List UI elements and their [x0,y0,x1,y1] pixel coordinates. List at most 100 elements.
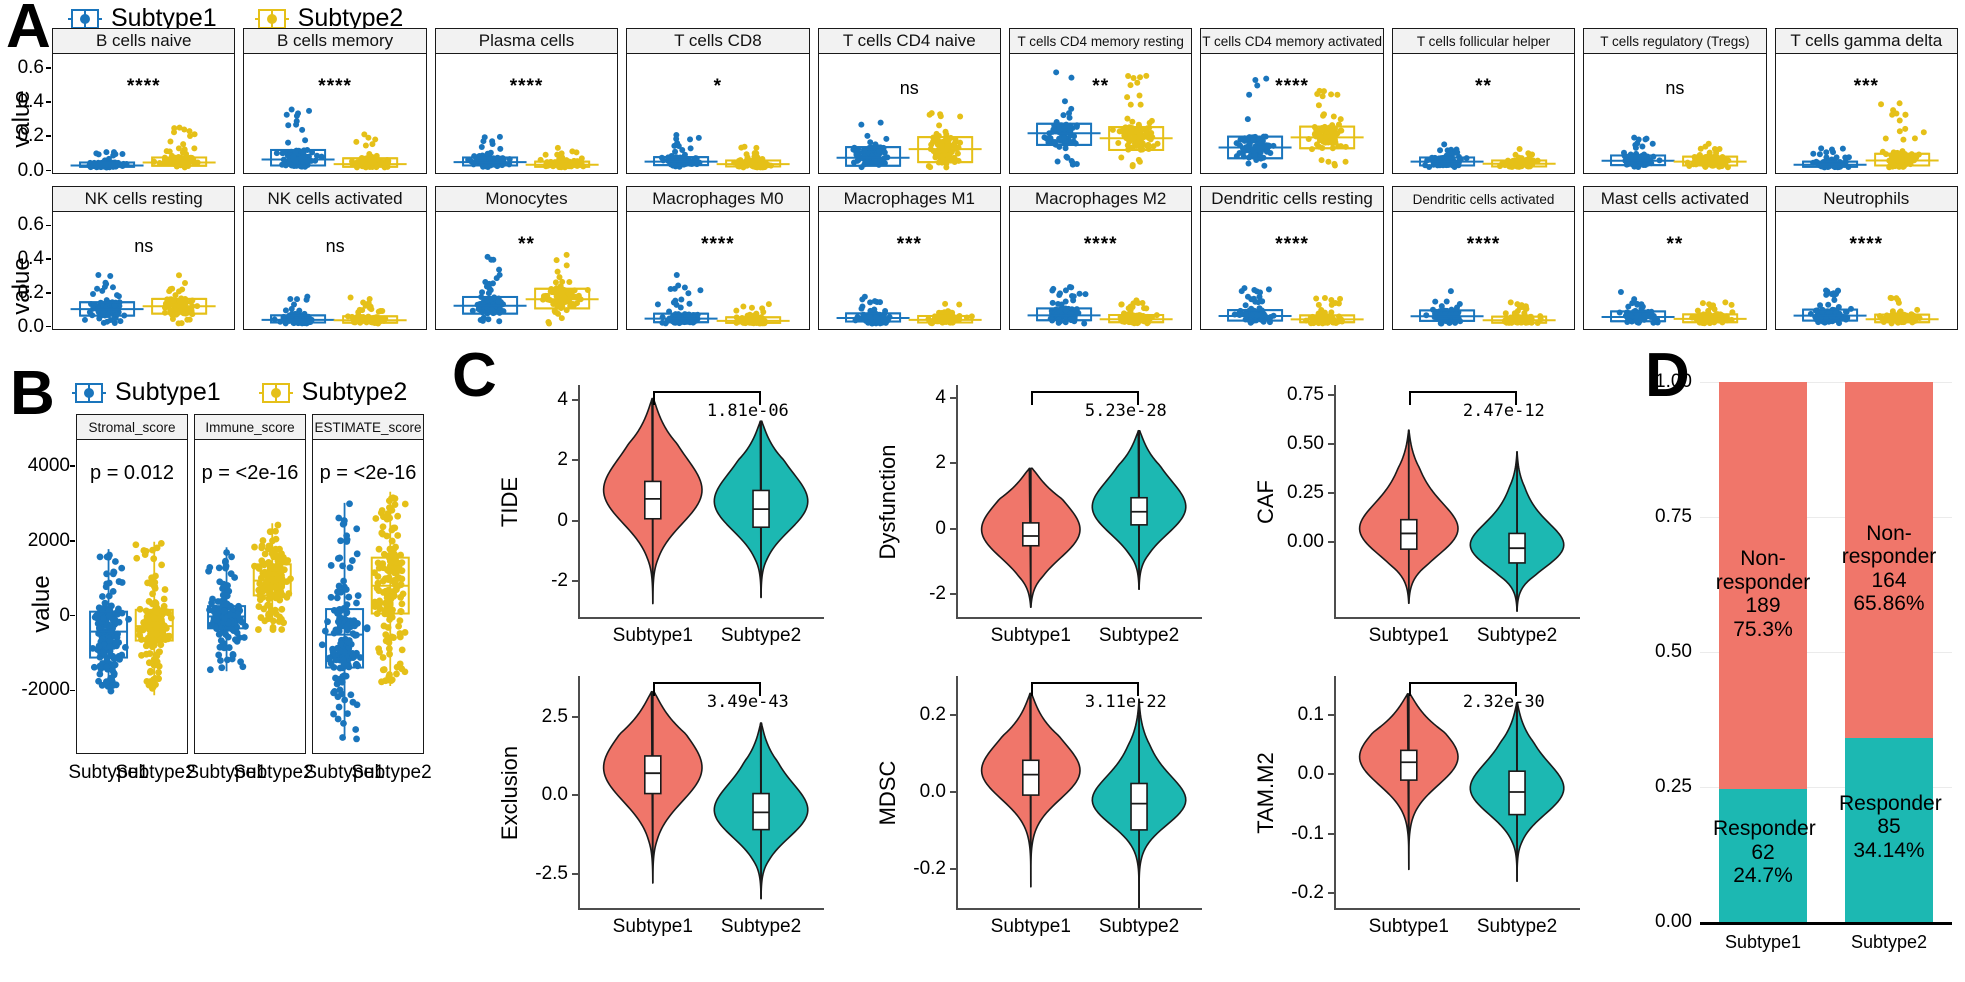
panel-a-y-tick-label: 0.6 [17,56,44,78]
panel-a-plot-area: ns [52,212,236,330]
panel-a-facet: T cells gamma delta *** [1774,28,1958,174]
panel-c-plot-caf: 0.00 0.25 0.50 0.75 CAF 2.47e-12 Subtype1 Subty… [1253,384,1586,677]
panel-b-y-tick-label: 4000 [27,455,70,477]
panel-d-chart: 0.00 0.25 0.50 0.75 1.00 Responder 62 24.7% Non-… [1655,371,1965,972]
panel-a-facet: Macrophages M0 **** [626,186,810,330]
panel-c-x-axis-line [578,908,824,911]
panel-a-jitter-box-svg [1601,134,1747,171]
panel-a-significance-label: ** [1092,76,1110,97]
panel-c-y-axis-title: TAM.M2 [1253,752,1278,834]
panel-c-y-tick [1328,773,1334,776]
panel-a-y-tick-label: 0.2 [17,281,44,303]
panel-d-segment-label: Non-responder 189 75.3% [1713,547,1813,641]
panel-a-y-tick-label: 0.4 [17,248,44,270]
panel-c-x-tick-label: Subtype1 [612,916,693,937]
panel-a-y-tick [46,101,51,103]
panel-letter-c: C [452,341,497,410]
panel-b-y-tick [70,614,75,617]
panel-a-facet-title: Monocytes [434,186,619,212]
panel-c-y-axis-title: Dysfunction [875,444,900,560]
panel-b-pvalue-label: p = 0.012 [90,462,174,484]
panel-a-jitter-box-svg [1410,141,1556,171]
panel-a-y-tick-label: 0.0 [17,159,44,181]
panel-d-segment-count: 85 [1877,815,1901,839]
panel-b-y-tick [70,540,75,542]
panel-a-significance-label: **** [509,76,544,97]
panel-a-y-tick-label: 0.4 [17,91,44,112]
panel-c-x-tick-label: Subtype1 [990,916,1071,937]
panel-c-y-tick [572,459,578,462]
panel-a-y-tick [46,135,51,138]
panel-d-segment-name: Non-responder [1715,547,1811,594]
panel-c-pvalue-label: 2.47e-12 [1462,401,1545,421]
panel-a-facet: T cells CD4 naive ns [817,28,1001,174]
panel-a-y-tick [46,169,51,172]
panel-c-pvalue-label: 3.49e-43 [706,692,789,712]
panel-a-facet-title: NK cells activated [243,186,427,212]
legend-box-icon [258,382,293,403]
panel-a-facet-title: T cells gamma delta [1774,28,1958,54]
panel-b-plot-area: p = <2e-16 [194,440,306,754]
panel-a-plot-area: **** [1009,212,1193,330]
panel-a-jitter-box-svg [1793,100,1939,171]
panel-d-segment-count: 62 [1751,840,1775,864]
panel-c-plot-exclusion: -2.5 0.0 2.5 Exclusion 3.49e-43 Subtype1 Subty… [497,676,830,968]
panel-a-significance-label: ns [899,78,919,98]
panel-c-x-axis-line [956,908,1202,911]
panel-c-y-tick [1328,713,1334,716]
panel-a-facet: Macrophages M2 **** [1009,186,1193,330]
panel-b-plot-area: p = 0.012 [76,440,188,754]
panel-a-plot-area: **** [1200,212,1384,330]
panel-a-plot-area: ns [1583,54,1767,174]
panel-c-x-tick-label: Subtype2 [1098,916,1180,937]
panel-c-y-axis-title: MDSC [875,760,900,826]
panel-a-y-tick [46,292,51,294]
panel-c-y-tick [1328,442,1334,445]
panel-letter-b: B [10,359,55,428]
panel-b-facet: ESTIMATE_score p = <2e-16 [312,414,424,754]
legend-item-subtype2: Subtype2 [258,378,407,407]
panel-c-x-tick-label: Subtype2 [1098,625,1180,646]
panel-c-x-tick-label: Subtype2 [1476,916,1558,937]
panel-c-y-tick [572,519,578,522]
panel-a-significance-label: ** [1475,76,1492,97]
panel-c-x-axis-line [578,617,824,620]
panel-c-y-tick [950,791,956,793]
panel-a-facet-title: Neutrophils [1774,186,1958,212]
legend-item-subtype1: Subtype1 [72,378,221,407]
panel-a-jitter-box-svg [644,272,790,327]
panel-a-jitter-box-svg [644,131,790,171]
panel-c-x-tick-label: Subtype1 [1368,625,1449,646]
panel-a-plot-area: ** [434,212,619,330]
panel-a-significance-label: **** [1275,234,1309,255]
panel-d-y-tick-label: 0.00 [1655,911,1692,932]
panel-d-y-tick-label: 0.25 [1655,776,1692,797]
panel-c-y-axis-title: Exclusion [497,745,522,841]
panel-a-facet: T cells follicular helper ** [1391,28,1576,174]
panel-b-y-tick [70,689,75,692]
panel-c-y-tick [572,399,578,402]
panel-a-facet: Macrophages M1 *** [817,186,1001,330]
panel-a-plot-area: **** [434,54,619,174]
panel-a-facet: Mast cells activated ** [1583,186,1767,330]
panel-c-y-axis-title: CAF [1253,480,1278,524]
panel-c-y-tick [1328,541,1334,544]
panel-b-y-tick-label: -2000 [21,679,70,701]
panel-d-segment-percent: 65.86% [1853,592,1925,616]
panel-a-facet-title: Macrophages M2 [1009,186,1193,212]
panel-d-segment-name: Responder [1713,817,1816,841]
panel-a-significance-label: **** [701,234,735,255]
panel-a-jitter-box-svg [1218,75,1365,169]
panel-b-facet-title: Stromal_score [76,414,188,440]
panel-a-y-tick [46,66,51,69]
panel-a-y-tick-label: 0.6 [17,214,44,236]
panel-a-significance-label: ns [134,236,154,256]
panel-c-y-tick [1328,832,1334,835]
panel-b-jitter-box-svg [318,491,410,743]
panel-a-facet-title: T cells CD4 memory resting [1009,28,1193,54]
panel-c-pvalue-label: 3.11e-22 [1084,692,1167,712]
panel-c-y-tick [572,579,578,582]
panel-b-facet: Immune_score p = <2e-16 [194,414,306,754]
panel-a-y-tick-label: 0.2 [17,125,44,147]
panel-a-plot-area: ** [1391,54,1576,174]
